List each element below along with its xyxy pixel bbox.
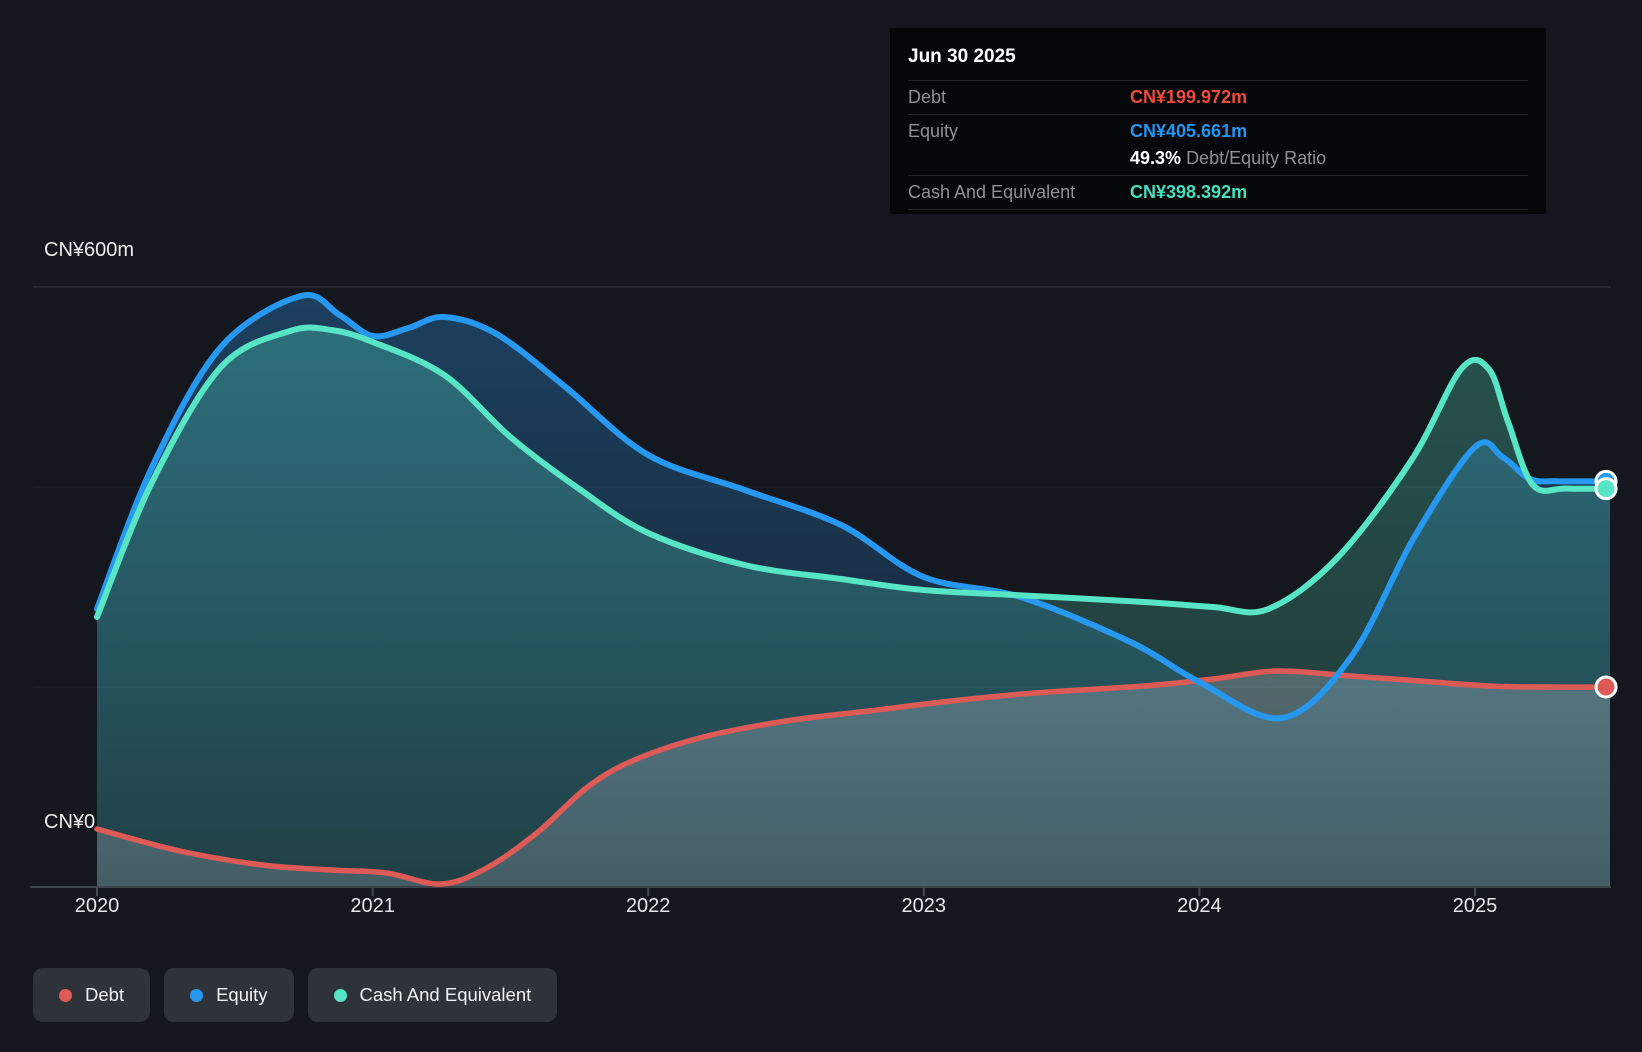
x-axis-label-2020: 2020 [74, 895, 120, 917]
equity-dot-icon [190, 988, 204, 1002]
cash-dot-icon [333, 988, 347, 1002]
x-axis-label-2023: 2023 [901, 895, 947, 917]
tooltip-row-ratio: 49.3% Debt/Equity Ratio [908, 148, 1528, 176]
x-axis-label-2022: 2022 [625, 895, 671, 917]
legend: Debt Equity Cash And Equivalent [33, 968, 558, 1022]
tooltip-debt-value: CN¥199.972m [1130, 87, 1248, 107]
tooltip: Jun 30 2025 Debt CN¥199.972m Equity CN¥4… [890, 28, 1546, 214]
tooltip-row-cash: Cash And Equivalent CN¥398.392m [908, 176, 1528, 210]
legend-equity-label: Equity [216, 984, 268, 1005]
debt-endpoint-marker[interactable] [1594, 675, 1618, 699]
cash-endpoint-marker[interactable] [1594, 477, 1618, 501]
debt-equity-history-chart: CN¥600m CN¥0 2020 2021 2022 2023 2024 2025 Ju… [0, 0, 1642, 1052]
legend-item-debt[interactable]: Debt [33, 968, 151, 1022]
tooltip-equity-label: Equity [908, 121, 959, 141]
legend-cash-label: Cash And Equivalent [359, 984, 532, 1005]
legend-item-equity[interactable]: Equity [164, 968, 294, 1022]
legend-item-cash[interactable]: Cash And Equivalent [307, 968, 558, 1022]
debt-dot-icon [59, 988, 72, 1002]
y-axis-label-top: CN¥600m [44, 239, 135, 261]
x-axis-label-2021: 2021 [350, 895, 395, 917]
x-axis-label-2025: 2025 [1452, 895, 1498, 917]
tooltip-ratio: 49.3% Debt/Equity Ratio [1130, 148, 1327, 168]
y-axis-label-zero: CN¥0 [44, 811, 96, 833]
tooltip-date: Jun 30 2025 [908, 38, 1528, 81]
tooltip-cash-value: CN¥398.392m [1130, 182, 1248, 202]
tooltip-debt-label: Debt [908, 87, 947, 107]
tooltip-row-debt: Debt CN¥199.972m [908, 81, 1528, 115]
tooltip-equity-value: CN¥405.661m [1130, 121, 1248, 141]
debt-equity-ratio-value: 49.3% [1130, 148, 1182, 168]
legend-debt-label: Debt [85, 984, 125, 1005]
tooltip-row-equity: Equity CN¥405.661m [908, 115, 1528, 148]
tooltip-cash-label: Cash And Equivalent [908, 182, 1076, 202]
x-axis-label-2024: 2024 [1177, 895, 1222, 917]
